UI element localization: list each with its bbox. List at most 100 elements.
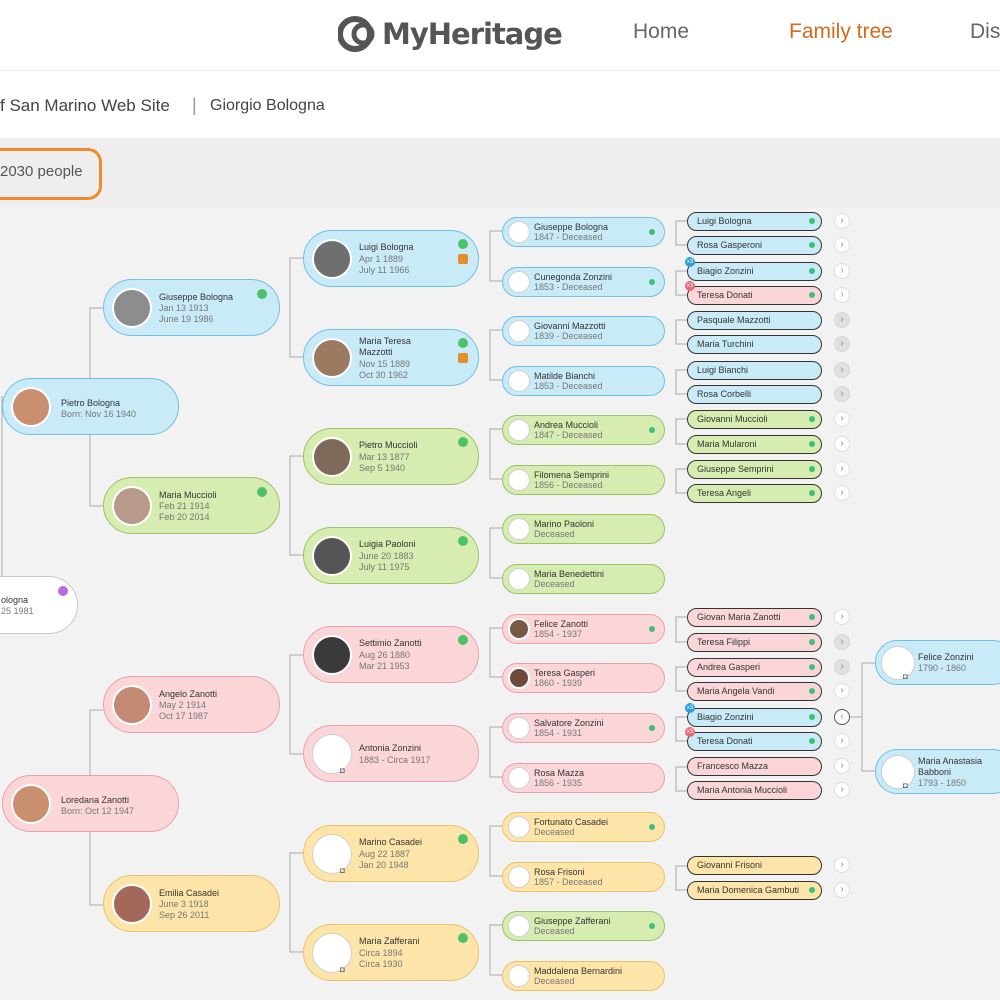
person-card-marino-paoloni[interactable]: Marino Paoloni Deceased — [502, 514, 665, 544]
person-pill-biagio-zonzini-2[interactable]: Biagio Zonzini — [687, 708, 822, 727]
expand-chevron-right-icon[interactable]: › — [834, 336, 850, 352]
person-pill-maria-antonia-muccioli[interactable]: Maria Antonia Muccioli — [687, 781, 822, 800]
person-card-felice-zanotti[interactable]: Felice Zanotti 1854 - 1937 — [502, 614, 665, 644]
person-card-teresa-gasperi[interactable]: Teresa Gasperi 1860 - 1939 — [502, 663, 665, 693]
expand-chevron-right-icon[interactable]: › — [834, 411, 850, 427]
person-pill-giuseppe-semprini[interactable]: Giuseppe Semprini — [687, 460, 822, 479]
record-match-icon[interactable] — [458, 437, 468, 447]
history-icon[interactable] — [458, 254, 468, 264]
person-card-antonia-zonzini[interactable]: ◘ Antonia Zonzini 1883 - Circa 1917 — [303, 725, 479, 782]
camera-icon[interactable]: ◘ — [903, 781, 908, 790]
nav-family-tree[interactable]: Family tree — [789, 20, 893, 44]
person-pill-rosa-corbelli[interactable]: Rosa Corbelli — [687, 385, 822, 404]
person-pill-giovanni-frisoni[interactable]: Giovanni Frisoni — [687, 856, 822, 875]
duplicate-badge[interactable]: x3 — [685, 257, 695, 267]
record-match-icon[interactable] — [257, 487, 267, 497]
expand-chevron-right-icon[interactable]: › — [834, 436, 850, 452]
person-card-filomena-semprini[interactable]: Filomena Semprini 1856 - Deceased — [502, 465, 665, 495]
smart-match-icon[interactable] — [58, 586, 68, 596]
person-card-pietro-bologna[interactable]: Pietro Bologna Born: Nov 16 1940 — [2, 378, 179, 435]
person-card-maria-benedettini[interactable]: Maria Benedettini Deceased — [502, 564, 665, 594]
person-pill-luigi-bologna[interactable]: Luigi Bologna — [687, 212, 822, 231]
expand-chevron-right-icon[interactable]: › — [834, 782, 850, 798]
person-card-maddalena-bernardini[interactable]: Maddalena Bernardini Deceased — [502, 961, 665, 991]
person-card-marino-casadei[interactable]: ◘ Marino Casadei Aug 22 1887 Jan 20 1948 — [303, 825, 479, 882]
person-card-rosa-mazza[interactable]: Rosa Mazza 1856 - 1935 — [502, 763, 665, 793]
record-match-icon[interactable] — [458, 536, 468, 546]
person-pill-andrea-gasperi[interactable]: Andrea Gasperi — [687, 658, 822, 677]
person-card-salvatore-zonzini[interactable]: Salvatore Zonzini 1854 - 1931 — [502, 713, 665, 743]
record-match-icon[interactable] — [458, 239, 468, 249]
person-pill-giovanni-muccioli[interactable]: Giovanni Muccioli — [687, 410, 822, 429]
person-card-maria-muccioli[interactable]: Maria Muccioli Feb 21 1914 Feb 20 2014 — [103, 477, 280, 534]
person-pill-teresa-donati[interactable]: Teresa Donati — [687, 286, 822, 305]
person-pill-maria-turchini[interactable]: Maria Turchini — [687, 335, 822, 354]
duplicate-badge[interactable]: x3 — [685, 281, 695, 291]
expand-chevron-right-icon[interactable]: › — [834, 683, 850, 699]
duplicate-badge[interactable]: x3 — [685, 703, 695, 713]
person-card-cunegonda-zonzini[interactable]: Cunegonda Zonzini 1853 - Deceased — [502, 267, 665, 297]
person-card-rosa-frisoni[interactable]: Rosa Frisoni 1857 - Deceased — [502, 862, 665, 892]
person-card-matilde-bianchi[interactable]: Matilde Bianchi 1853 - Deceased — [502, 366, 665, 396]
person-card-emilia-casadei[interactable]: Emilia Casadei June 3 1918 Sep 26 2011 — [103, 875, 280, 932]
expand-chevron-right-icon[interactable]: › — [834, 758, 850, 774]
collapse-chevron-left-icon[interactable]: ‹ — [834, 709, 850, 725]
expand-chevron-right-icon[interactable]: › — [834, 882, 850, 898]
myheritage-logo[interactable]: MyHeritage — [338, 14, 563, 54]
person-card-felice-zonzini[interactable]: ◘ Felice Zonzini 1790 - 1860 — [875, 640, 1000, 685]
expand-chevron-right-icon[interactable]: › — [834, 362, 850, 378]
person-pill-teresa-donati-2[interactable]: Teresa Donati — [687, 732, 822, 751]
duplicate-badge[interactable]: x3 — [685, 727, 695, 737]
person-card-maria-teresa-mazzotti[interactable]: Maria Teresa Mazzotti Nov 15 1889 Oct 30… — [303, 329, 479, 386]
expand-chevron-right-icon[interactable]: › — [834, 263, 850, 279]
expand-chevron-right-icon[interactable]: › — [834, 461, 850, 477]
person-card-giovanni-mazzotti[interactable]: Giovanni Mazzotti 1839 - Deceased — [502, 316, 665, 346]
person-pill-teresa-angeli[interactable]: Teresa Angeli — [687, 484, 822, 503]
person-pill-rosa-gasperoni[interactable]: Rosa Gasperoni — [687, 236, 822, 255]
camera-icon[interactable]: ◘ — [340, 766, 345, 775]
expand-chevron-right-icon[interactable]: › — [834, 312, 850, 328]
person-card-giuseppe-zafferani[interactable]: Giuseppe Zafferani Deceased — [502, 911, 665, 941]
person-card-giuseppe-bologna-1847[interactable]: Giuseppe Bologna 1847 - Deceased — [502, 217, 665, 247]
person-pill-pasquale-mazzotti[interactable]: Pasquale Mazzotti — [687, 311, 822, 330]
camera-icon[interactable]: ◘ — [903, 672, 908, 681]
history-icon[interactable] — [458, 353, 468, 363]
person-card-giuseppe-bologna[interactable]: Giuseppe Bologna Jan 13 1913 June 19 198… — [103, 279, 280, 336]
record-match-icon[interactable] — [257, 289, 267, 299]
person-pill-maria-angela-vandi[interactable]: Maria Angela Vandi — [687, 682, 822, 701]
person-card-loredana-zanotti[interactable]: Loredana Zanotti Born: Oct 12 1947 — [2, 775, 179, 832]
person-pill-biagio-zonzini[interactable]: Biagio Zonzini — [687, 262, 822, 281]
expand-chevron-right-icon[interactable]: › — [834, 287, 850, 303]
person-pill-francesco-mazza[interactable]: Francesco Mazza — [687, 757, 822, 776]
person-card-luigia-paoloni[interactable]: Luigia Paoloni June 20 1883 July 11 1975 — [303, 527, 479, 584]
family-tree-canvas[interactable]: ologna 25 1981 Pietro Bologna Born: Nov … — [0, 208, 1000, 1000]
person-card-angelo-zanotti[interactable]: Angelo Zanotti May 2 1914 Oct 17 1987 — [103, 676, 280, 733]
expand-chevron-right-icon[interactable]: › — [834, 733, 850, 749]
camera-icon[interactable]: ◘ — [340, 866, 345, 875]
person-card-pietro-muccioli[interactable]: Pietro Muccioli Mar 13 1877 Sep 5 1940 — [303, 428, 479, 485]
person-pill-maria-domenica-gambuti[interactable]: Maria Domenica Gambuti — [687, 881, 822, 900]
person-card-settimio-zanotti[interactable]: Settimio Zanotti Aug 26 1880 Mar 21 1953 — [303, 626, 479, 683]
person-pill-giovan-maria-zanotti[interactable]: Giovan Maria Zanotti — [687, 608, 822, 627]
record-match-icon[interactable] — [458, 834, 468, 844]
record-match-icon[interactable] — [458, 635, 468, 645]
nav-home[interactable]: Home — [633, 20, 689, 44]
expand-chevron-right-icon[interactable]: › — [834, 659, 850, 675]
person-card-luigi-bologna[interactable]: Luigi Bologna Apr 1 1889 July 11 1966 — [303, 230, 479, 287]
person-pill-teresa-filippi[interactable]: Teresa Filippi — [687, 633, 822, 652]
person-card-maria-anastasia-babboni[interactable]: ◘ Maria Anastasia Babboni 1793 - 1850 — [875, 749, 1000, 794]
expand-chevron-right-icon[interactable]: › — [834, 857, 850, 873]
record-match-icon[interactable] — [458, 338, 468, 348]
breadcrumb-person[interactable]: Giorgio Bologna — [210, 97, 325, 115]
person-card-andrea-muccioli[interactable]: Andrea Muccioli 1847 - Deceased — [502, 415, 665, 445]
nav-discover[interactable]: Dis — [970, 20, 1000, 44]
person-card-root[interactable]: ologna 25 1981 — [0, 576, 78, 634]
expand-chevron-right-icon[interactable]: › — [834, 237, 850, 253]
expand-chevron-right-icon[interactable]: › — [834, 609, 850, 625]
breadcrumb-site[interactable]: f San Marino Web Site — [0, 96, 170, 116]
person-card-fortunato-casadei[interactable]: Fortunato Casadei Deceased — [502, 812, 665, 842]
person-pill-maria-mularoni[interactable]: Maria Mularoni — [687, 435, 822, 454]
camera-icon[interactable]: ◘ — [340, 965, 345, 974]
expand-chevron-right-icon[interactable]: › — [834, 213, 850, 229]
person-card-maria-zafferani[interactable]: ◘ Maria Zafferani Circa 1894 Circa 1930 — [303, 924, 479, 981]
